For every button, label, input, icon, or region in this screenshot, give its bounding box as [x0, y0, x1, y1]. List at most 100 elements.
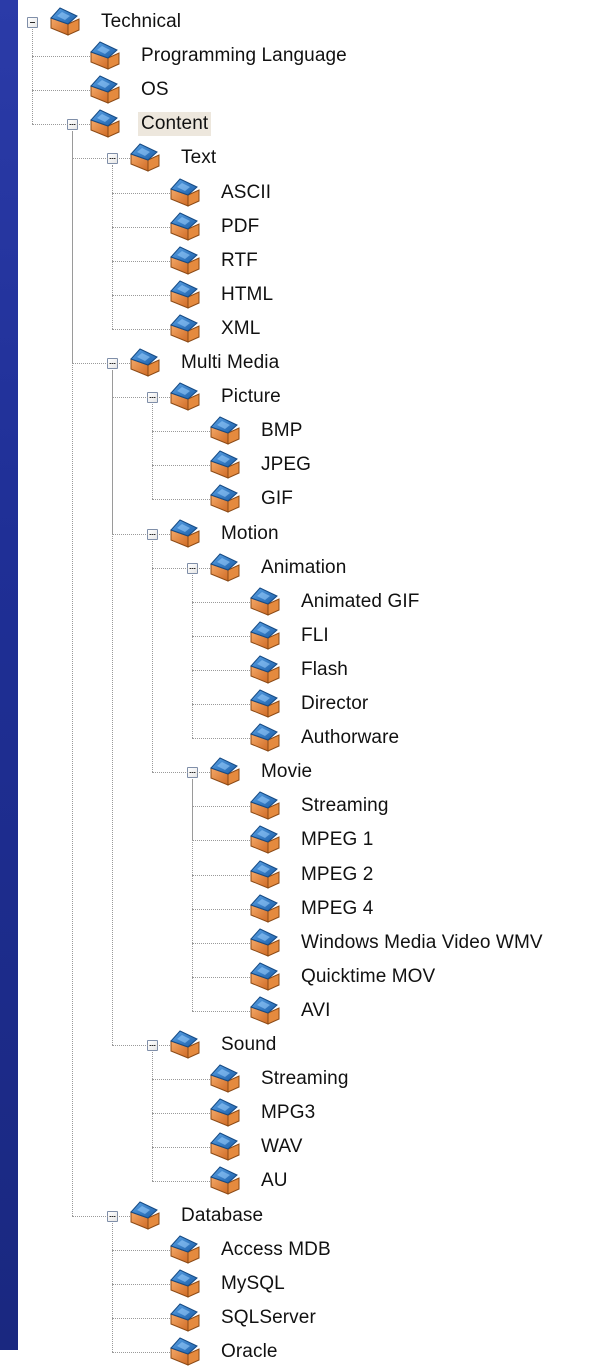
folder-arrow-icon[interactable] — [208, 552, 242, 582]
tree-node-label[interactable]: SQLServer — [218, 1306, 319, 1330]
folder-arrow-icon[interactable] — [168, 279, 202, 309]
tree-node-label[interactable]: Content — [138, 112, 212, 136]
tree-node-label[interactable]: JPEG — [258, 453, 314, 477]
tree-connector-vertical — [72, 131, 73, 1216]
folder-arrow-icon[interactable] — [208, 1097, 242, 1127]
folder-arrow-icon[interactable] — [248, 859, 282, 889]
tree-node-label[interactable]: XML — [218, 317, 263, 341]
tree-node-label[interactable]: PDF — [218, 215, 262, 239]
tree-node-label[interactable]: MPG3 — [258, 1101, 318, 1125]
tree-node-label[interactable]: Animated GIF — [298, 590, 422, 614]
tree-node-label[interactable]: MySQL — [218, 1272, 288, 1296]
tree-connector-vertical — [192, 575, 193, 738]
folder-arrow-icon[interactable] — [88, 74, 122, 104]
tree-node-label[interactable]: MPEG 4 — [298, 897, 376, 921]
folder-arrow-icon[interactable] — [48, 6, 82, 36]
tree-node-label[interactable]: BMP — [258, 419, 305, 443]
tree-node-label[interactable]: AU — [258, 1169, 291, 1193]
folder-arrow-icon[interactable] — [248, 927, 282, 957]
folder-arrow-icon[interactable] — [168, 1268, 202, 1298]
folder-arrow-icon[interactable] — [168, 245, 202, 275]
tree-node-label[interactable]: GIF — [258, 487, 296, 511]
tree-connector-vertical — [152, 1052, 153, 1181]
tree-node-label[interactable]: Director — [298, 692, 371, 716]
folder-arrow-icon[interactable] — [248, 961, 282, 991]
tree-node-label[interactable]: Multi Media — [178, 351, 282, 375]
folder-arrow-icon[interactable] — [168, 1234, 202, 1264]
tree-connector-horizontal — [152, 431, 210, 432]
folder-arrow-icon[interactable] — [248, 995, 282, 1025]
tree-connector-horizontal — [112, 193, 170, 194]
tree-connector-horizontal — [72, 363, 130, 364]
folder-arrow-icon[interactable] — [208, 1131, 242, 1161]
tree-node-label[interactable]: Animation — [258, 556, 349, 580]
tree-node-label[interactable]: Flash — [298, 658, 351, 682]
folder-arrow-icon[interactable] — [128, 142, 162, 172]
folder-arrow-icon[interactable] — [208, 449, 242, 479]
tree-node-label[interactable]: HTML — [218, 283, 276, 307]
tree-node-label[interactable]: Programming Language — [138, 44, 350, 68]
tree-node-label[interactable]: Access MDB — [218, 1238, 334, 1262]
tree-connector-horizontal — [152, 465, 210, 466]
tree-node-label[interactable]: Streaming — [258, 1067, 352, 1091]
folder-arrow-icon[interactable] — [248, 893, 282, 923]
tree-node-label[interactable]: Technical — [98, 10, 184, 34]
tree-node-label[interactable]: Streaming — [298, 794, 392, 818]
tree-node-label[interactable]: ASCII — [218, 181, 274, 205]
tree-node-label[interactable]: Motion — [218, 522, 282, 546]
folder-arrow-icon[interactable] — [208, 1063, 242, 1093]
tree-node-label[interactable]: Quicktime MOV — [298, 965, 438, 989]
folder-arrow-icon[interactable] — [248, 620, 282, 650]
tree-node-label[interactable]: Sound — [218, 1033, 279, 1057]
collapse-toggle[interactable] — [27, 17, 38, 28]
tree-node-label[interactable]: MPEG 2 — [298, 863, 376, 887]
folder-arrow-icon[interactable] — [88, 40, 122, 70]
tree-connector-vertical — [32, 29, 33, 124]
tree-node-label[interactable]: AVI — [298, 999, 334, 1023]
tree-connector-vertical — [192, 779, 193, 1011]
folder-arrow-icon[interactable] — [248, 586, 282, 616]
tree-view[interactable]: Technical Programming Language OS Conten… — [18, 0, 603, 1366]
folder-arrow-icon[interactable] — [208, 483, 242, 513]
folder-arrow-icon[interactable] — [168, 1029, 202, 1059]
folder-arrow-icon[interactable] — [208, 756, 242, 786]
folder-arrow-icon[interactable] — [248, 824, 282, 854]
tree-node-label[interactable]: Database — [178, 1204, 266, 1228]
folder-arrow-icon[interactable] — [248, 688, 282, 718]
tree-node-label[interactable]: RTF — [218, 249, 261, 273]
tree-node-label[interactable]: Movie — [258, 760, 315, 784]
folder-arrow-icon[interactable] — [168, 177, 202, 207]
folder-arrow-icon[interactable] — [128, 1200, 162, 1230]
tree-node-label[interactable]: Picture — [218, 385, 284, 409]
folder-arrow-icon[interactable] — [88, 108, 122, 138]
tree-connector-horizontal — [72, 1216, 130, 1217]
tree-connector-horizontal — [192, 704, 250, 705]
folder-arrow-icon[interactable] — [168, 1302, 202, 1332]
tree-node-label[interactable]: Text — [178, 146, 219, 170]
folder-arrow-icon[interactable] — [208, 415, 242, 445]
tree-connector-horizontal — [192, 738, 250, 739]
tree-node-label[interactable]: MPEG 1 — [298, 828, 376, 852]
tree-connector-horizontal — [192, 1011, 250, 1012]
folder-arrow-icon[interactable] — [168, 313, 202, 343]
tree-node-label[interactable]: OS — [138, 78, 172, 102]
tree-node-label[interactable]: Authorware — [298, 726, 402, 750]
tree-connector-vertical — [112, 1223, 113, 1352]
folder-arrow-icon[interactable] — [168, 1336, 202, 1366]
tree-node-label[interactable]: WAV — [258, 1135, 305, 1159]
tree-connector-horizontal — [112, 1250, 170, 1251]
folder-arrow-icon[interactable] — [208, 1165, 242, 1195]
tree-node-label[interactable]: Oracle — [218, 1340, 281, 1364]
folder-arrow-icon[interactable] — [128, 347, 162, 377]
folder-arrow-icon[interactable] — [168, 211, 202, 241]
folder-arrow-icon[interactable] — [168, 381, 202, 411]
folder-arrow-icon[interactable] — [248, 790, 282, 820]
tree-connector-horizontal — [152, 1181, 210, 1182]
tree-node-label[interactable]: FLI — [298, 624, 332, 648]
folder-arrow-icon[interactable] — [248, 722, 282, 752]
folder-arrow-icon[interactable] — [248, 654, 282, 684]
tree-node-label[interactable]: Windows Media Video WMV — [298, 931, 546, 955]
tree-connector-horizontal — [112, 329, 170, 330]
tree-connector-vertical — [152, 404, 153, 499]
folder-arrow-icon[interactable] — [168, 518, 202, 548]
